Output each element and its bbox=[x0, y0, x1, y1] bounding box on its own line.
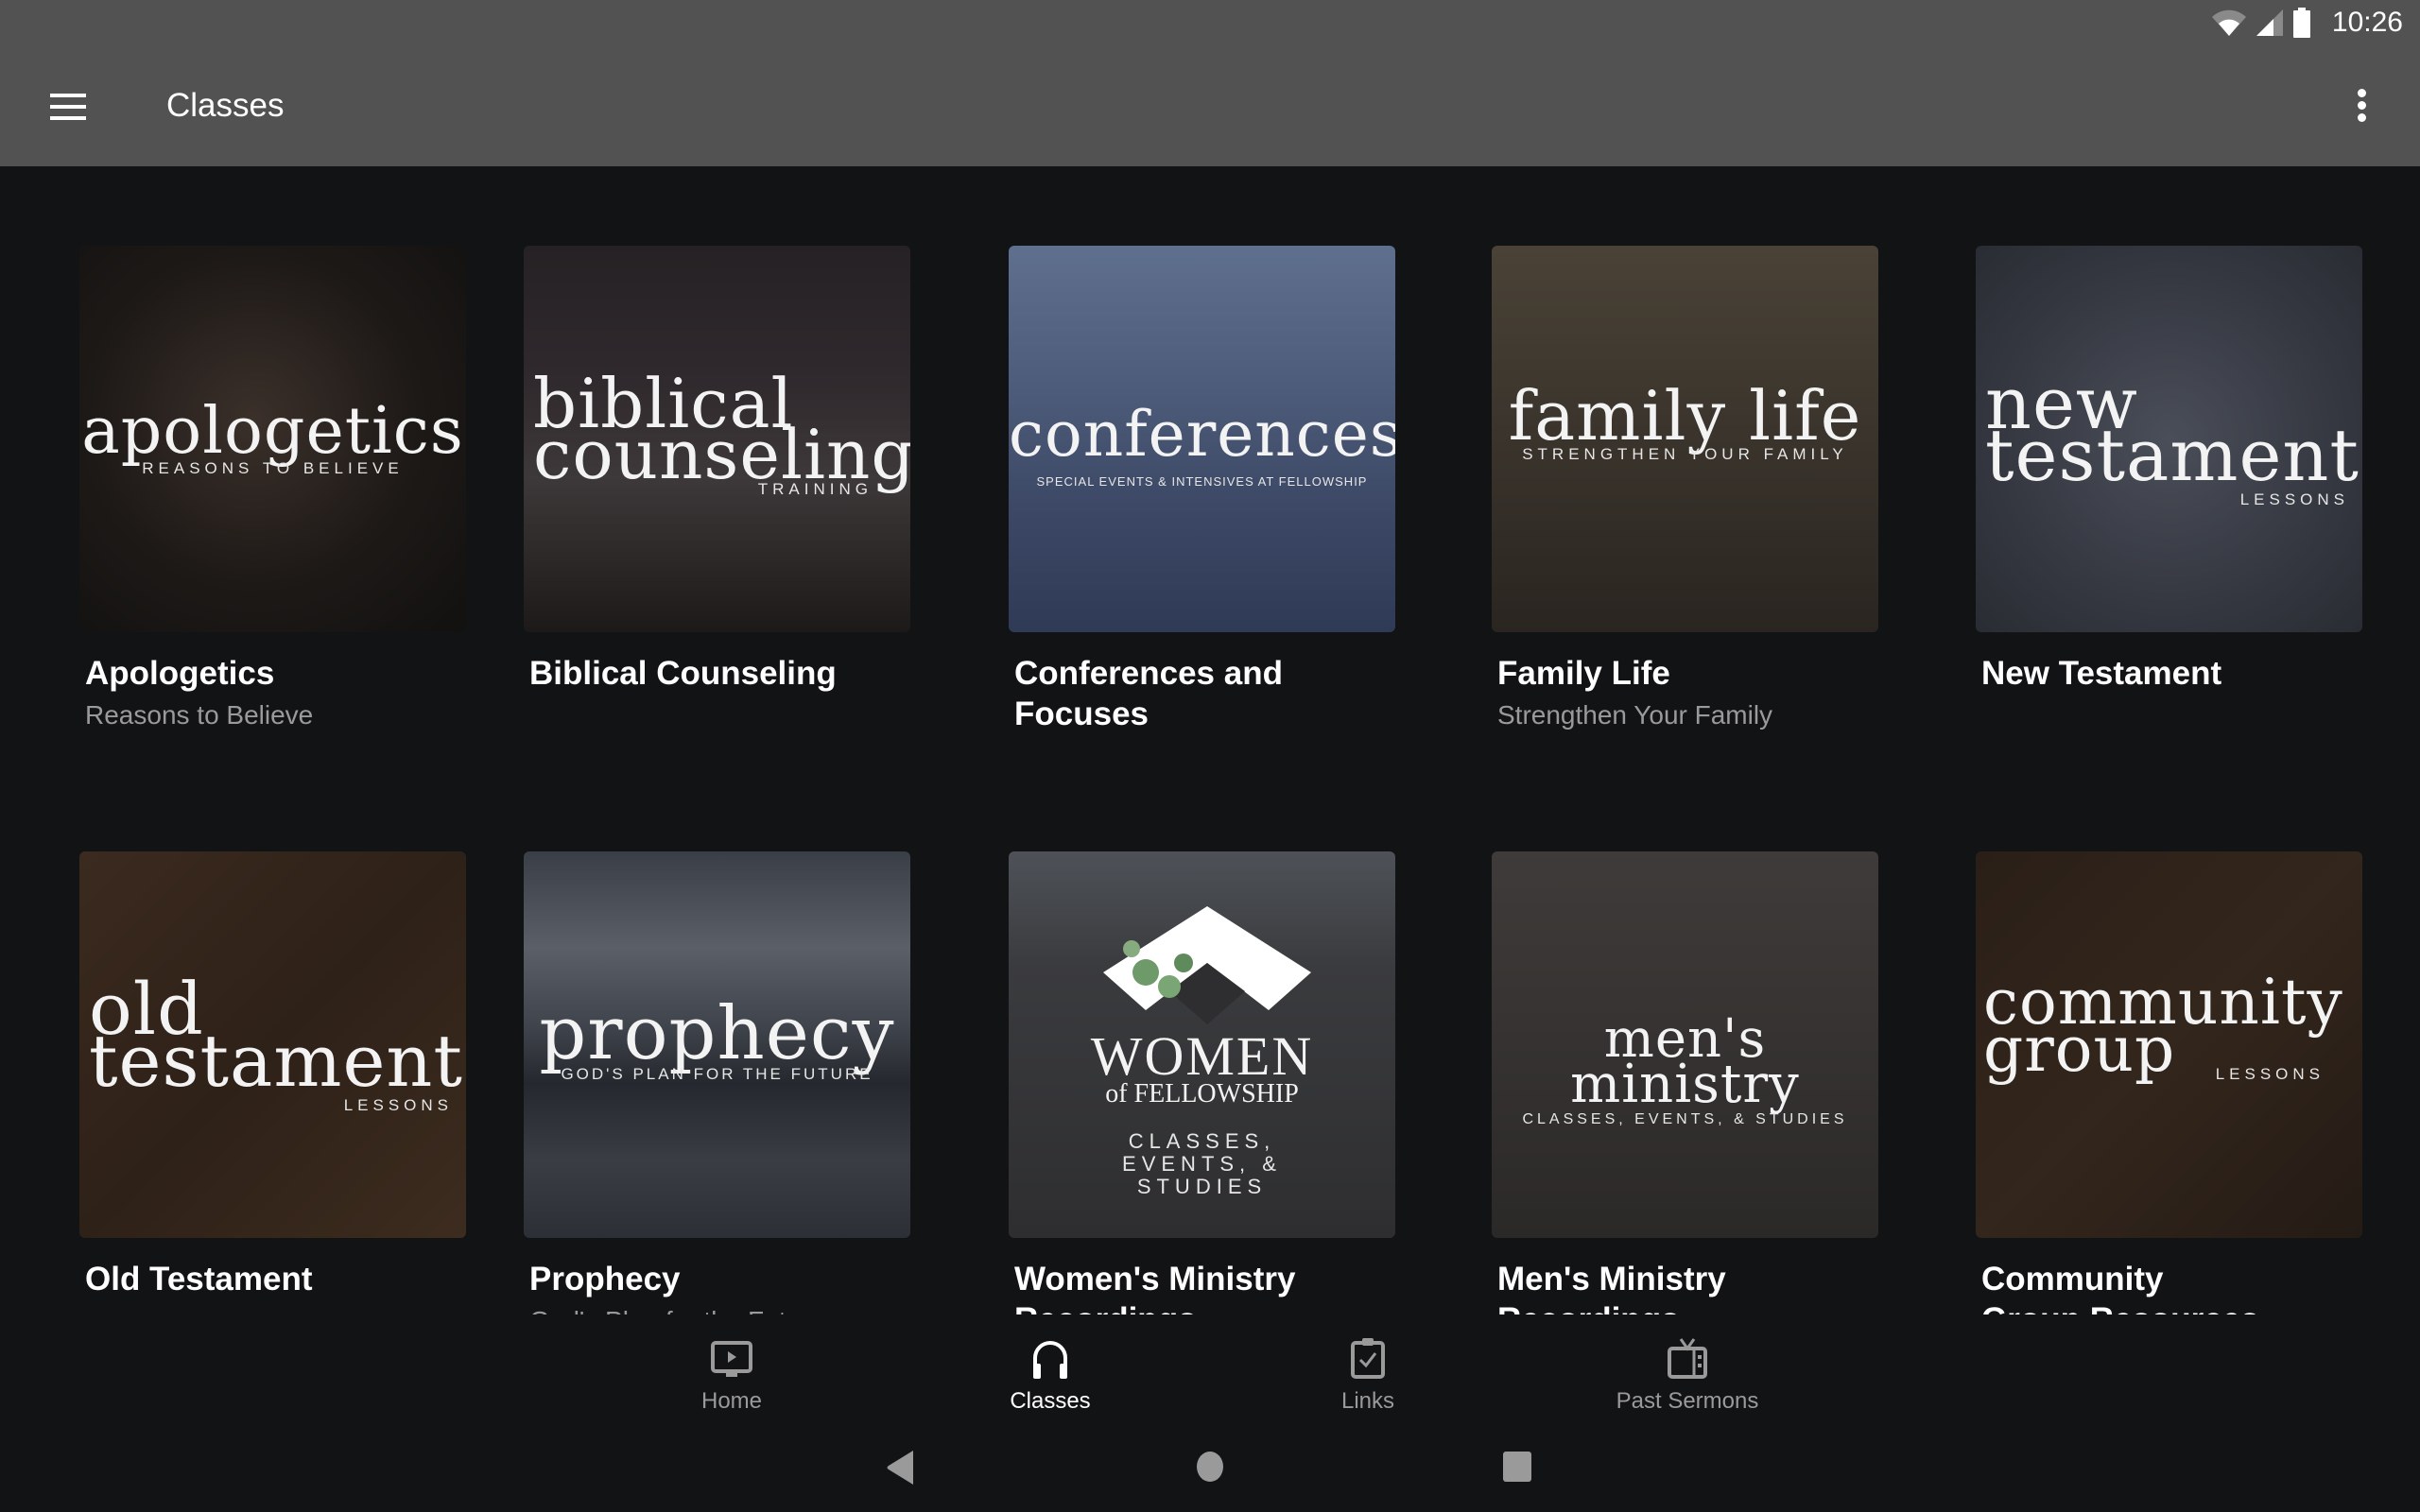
nav-label: Past Sermons bbox=[1616, 1388, 1759, 1414]
headphones-icon bbox=[1033, 1341, 1067, 1379]
class-thumbnail: new testament LESSONS bbox=[1976, 246, 2362, 632]
art-title: apologetics bbox=[81, 394, 464, 469]
system-navigation-bar bbox=[0, 1428, 2420, 1512]
art-title: conferences bbox=[1009, 398, 1395, 471]
art-title: WOMEN bbox=[1090, 1025, 1314, 1087]
class-card-apologetics[interactable]: apologetics REASONS TO BELIEVE Apologeti… bbox=[79, 246, 466, 733]
class-card-conferences[interactable]: conferences SPECIAL EVENTS & INTENSIVES … bbox=[1009, 246, 1395, 738]
class-thumbnail: conferences SPECIAL EVENTS & INTENSIVES … bbox=[1009, 246, 1395, 632]
card-title: Apologetics bbox=[85, 655, 275, 692]
class-card-mens-ministry[interactable]: men's ministry CLASSES, EVENTS, & STUDIE… bbox=[1492, 851, 1878, 1314]
card-title: Conferences and Focuses bbox=[1014, 655, 1283, 732]
art-title: family life bbox=[1508, 376, 1862, 455]
art-title: old testament bbox=[89, 967, 463, 1103]
class-thumbnail: prophecy GOD'S PLAN FOR THE FUTURE bbox=[524, 851, 910, 1238]
more-vert-icon[interactable] bbox=[2348, 89, 2375, 127]
classes-grid[interactable]: apologetics REASONS TO BELIEVE Apologeti… bbox=[0, 166, 2420, 1314]
status-time: 10:26 bbox=[2331, 7, 2403, 38]
app-bar: 10:26 Classes bbox=[0, 0, 2420, 166]
class-thumbnail: old testament LESSONS bbox=[79, 851, 466, 1238]
card-title: Biblical Counseling bbox=[529, 655, 837, 692]
nav-links[interactable]: Links bbox=[1245, 1332, 1491, 1415]
wifi-icon bbox=[2211, 9, 2246, 36]
class-card-family-life[interactable]: family life STRENGTHEN YOUR FAMILY Famil… bbox=[1492, 246, 1878, 733]
nav-label: Classes bbox=[1010, 1388, 1091, 1414]
card-title: Men's Ministry Recordings bbox=[1497, 1261, 1726, 1314]
cell-signal-icon bbox=[2256, 9, 2283, 36]
class-thumbnail: men's ministry CLASSES, EVENTS, & STUDIE… bbox=[1492, 851, 1878, 1238]
card-subtitle: Reasons to Believe bbox=[85, 700, 314, 730]
page-title: Classes bbox=[166, 87, 285, 124]
class-card-womens-ministry[interactable]: WOMEN of FELLOWSHIP CLASSES, EVENTS, & S… bbox=[1009, 851, 1395, 1314]
art-title: prophecy bbox=[539, 991, 895, 1076]
nav-label: Links bbox=[1340, 1388, 1395, 1414]
art-subtitle: CLASSES, EVENTS, & STUDIES bbox=[1522, 1111, 1848, 1128]
art-title: community group bbox=[1983, 966, 2343, 1086]
art-title: biblical counseling bbox=[533, 364, 910, 494]
bottom-navigation: Home Classes Links Past Sermons bbox=[0, 1314, 2420, 1428]
nav-home[interactable]: Home bbox=[609, 1332, 855, 1415]
card-title: Community Group Resources bbox=[1981, 1261, 2259, 1314]
class-thumbnail: biblical counseling TRAINING bbox=[524, 246, 910, 632]
card-title: New Testament bbox=[1981, 655, 2222, 692]
class-thumbnail: family life STRENGTHEN YOUR FAMILY bbox=[1492, 246, 1878, 632]
nav-classes[interactable]: Classes bbox=[927, 1332, 1173, 1415]
battery-icon bbox=[2292, 8, 2310, 38]
home-circle-icon[interactable] bbox=[1196, 1451, 1224, 1483]
card-title: Prophecy bbox=[529, 1261, 681, 1297]
nav-past-sermons[interactable]: Past Sermons bbox=[1564, 1332, 1810, 1415]
art-subtitle: CLASSES, EVENTS, & STUDIES bbox=[1122, 1129, 1282, 1199]
art-subtitle: SPECIAL EVENTS & INTENSIVES AT FELLOWSHI… bbox=[1036, 474, 1368, 490]
class-card-prophecy[interactable]: prophecy GOD'S PLAN FOR THE FUTURE Proph… bbox=[524, 851, 910, 1314]
class-card-new-testament[interactable]: new testament LESSONS New Testament bbox=[1976, 246, 2362, 697]
class-card-community-group[interactable]: community group LESSONS Community Group … bbox=[1976, 851, 2362, 1314]
art-mid: of FELLOWSHIP bbox=[1105, 1079, 1299, 1109]
art-title: men's ministry bbox=[1570, 1008, 1800, 1115]
tv-icon bbox=[1668, 1338, 1707, 1379]
card-title: Old Testament bbox=[85, 1261, 313, 1297]
hamburger-menu-icon[interactable] bbox=[47, 89, 89, 123]
clipboard-check-icon bbox=[1351, 1338, 1385, 1379]
class-card-old-testament[interactable]: old testament LESSONS Old Testament bbox=[79, 851, 466, 1303]
home-tv-play-icon bbox=[711, 1341, 752, 1377]
art-subtitle: STRENGTHEN YOUR FAMILY bbox=[1522, 445, 1848, 464]
card-title: Women's Ministry Recordings bbox=[1014, 1261, 1296, 1314]
card-title: Family Life bbox=[1497, 655, 1670, 692]
class-card-biblical-counseling[interactable]: biblical counseling TRAINING Biblical Co… bbox=[524, 246, 910, 697]
card-subtitle: God's Plan for the Future bbox=[529, 1303, 910, 1314]
nav-label: Home bbox=[700, 1388, 763, 1414]
recents-square-icon[interactable] bbox=[1502, 1451, 1532, 1483]
class-thumbnail: community group LESSONS bbox=[1976, 851, 2362, 1238]
art-subtitle: GOD'S PLAN FOR THE FUTURE bbox=[561, 1065, 873, 1084]
art-title: new testament bbox=[1985, 361, 2360, 497]
status-bar: 10:26 bbox=[2211, 0, 2420, 45]
women-of-fellowship-logo bbox=[1103, 906, 1311, 1024]
class-thumbnail: WOMEN of FELLOWSHIP CLASSES, EVENTS, & S… bbox=[1009, 851, 1395, 1238]
card-subtitle: Strengthen Your Family bbox=[1497, 700, 1773, 730]
back-icon[interactable] bbox=[885, 1449, 917, 1486]
class-thumbnail: apologetics REASONS TO BELIEVE bbox=[79, 246, 466, 632]
